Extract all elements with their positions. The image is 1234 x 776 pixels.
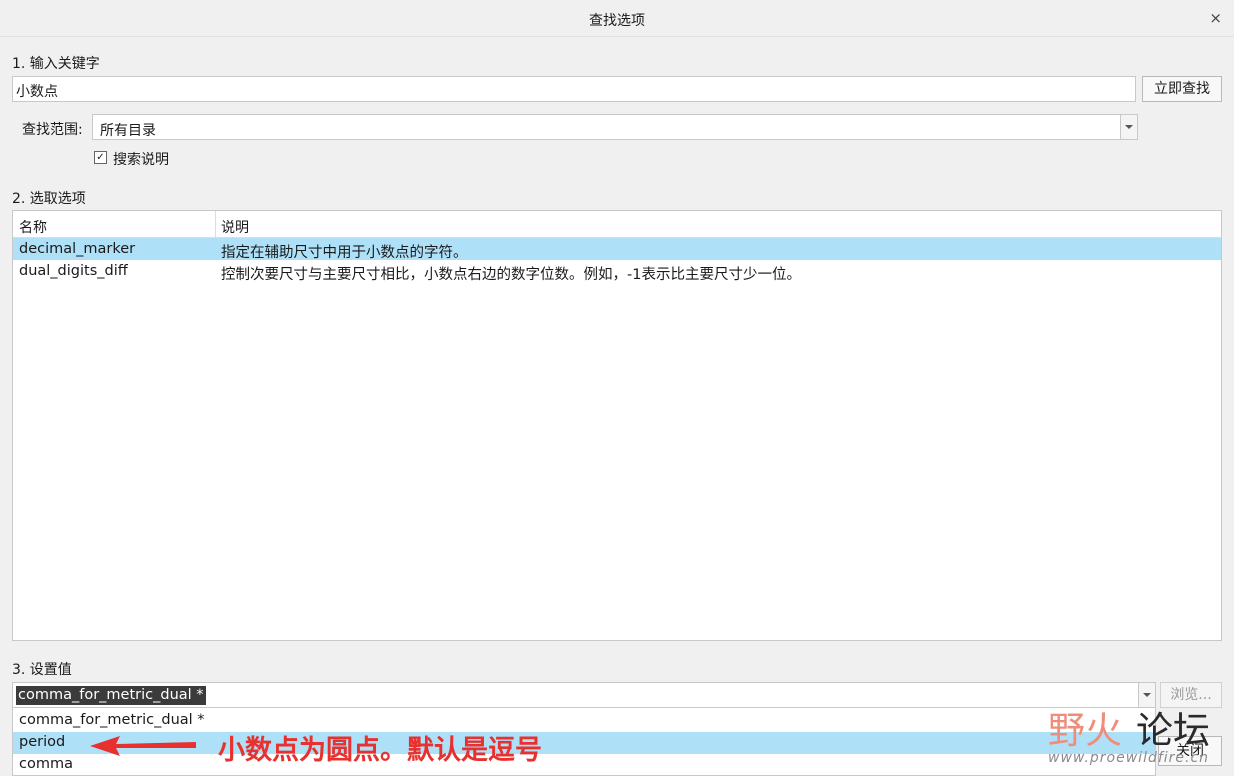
dropdown-option[interactable]: comma_for_metric_dual * <box>13 710 1155 732</box>
title-bar: 查找选项 × <box>0 0 1234 37</box>
keyword-input[interactable]: 小数点 <box>12 76 1136 102</box>
chevron-down-icon <box>1143 693 1151 697</box>
close-icon[interactable]: × <box>1209 9 1222 27</box>
search-now-button[interactable]: 立即查找 <box>1142 76 1222 102</box>
column-header-desc[interactable]: 说明 <box>221 217 249 237</box>
table-row[interactable]: dual_digits_diff 控制次要尺寸与主要尺寸相比，小数点右边的数字位… <box>13 260 1221 283</box>
annotation-arrow-icon <box>90 736 196 756</box>
table-header: 名称 说明 <box>13 211 1221 238</box>
watermark: 野火 论坛 www.proewildfire.cn <box>1048 700 1234 776</box>
watermark-text2: 论坛 <box>1136 709 1210 752</box>
dropdown-option[interactable]: comma <box>13 754 1155 775</box>
option-label: period <box>19 734 66 750</box>
row-name: decimal_marker <box>19 241 136 257</box>
value-text[interactable]: comma_for_metric_dual * <box>16 686 206 705</box>
scope-dropdown-button[interactable] <box>1120 115 1137 139</box>
row-name: dual_digits_diff <box>19 263 128 279</box>
options-table: 名称 说明 decimal_marker 指定在辅助尺寸中用于小数点的字符。 d… <box>12 210 1222 641</box>
step2-label: 2. 选取选项 <box>12 191 86 207</box>
annotation-text: 小数点为圆点。默认是逗号 <box>218 735 542 766</box>
option-label: comma_for_metric_dual * <box>19 712 205 728</box>
column-header-name[interactable]: 名称 <box>19 217 47 237</box>
watermark-text1: 野火 <box>1048 709 1122 752</box>
search-desc-checkbox[interactable]: ✓ <box>94 151 107 164</box>
row-desc: 指定在辅助尺寸中用于小数点的字符。 <box>221 245 468 261</box>
scope-select[interactable]: 所有目录 <box>92 114 1138 140</box>
scope-label: 查找范围: <box>22 122 83 138</box>
window-title: 查找选项 <box>589 13 645 29</box>
step1-label: 1. 输入关键字 <box>12 56 100 72</box>
step3-label: 3. 设置值 <box>12 662 72 678</box>
value-combobox[interactable]: comma_for_metric_dual * <box>12 682 1156 708</box>
table-row[interactable]: decimal_marker 指定在辅助尺寸中用于小数点的字符。 <box>13 238 1221 261</box>
chevron-down-icon <box>1125 125 1133 129</box>
watermark-url: www.proewildfire.cn <box>1048 750 1210 766</box>
option-label: comma <box>19 756 73 772</box>
row-desc: 控制次要尺寸与主要尺寸相比，小数点右边的数字位数。例如，-1表示比主要尺寸少一位… <box>221 267 801 283</box>
column-divider[interactable] <box>215 211 216 237</box>
scope-value: 所有目录 <box>100 123 156 139</box>
search-desc-label: 搜索说明 <box>113 152 169 168</box>
